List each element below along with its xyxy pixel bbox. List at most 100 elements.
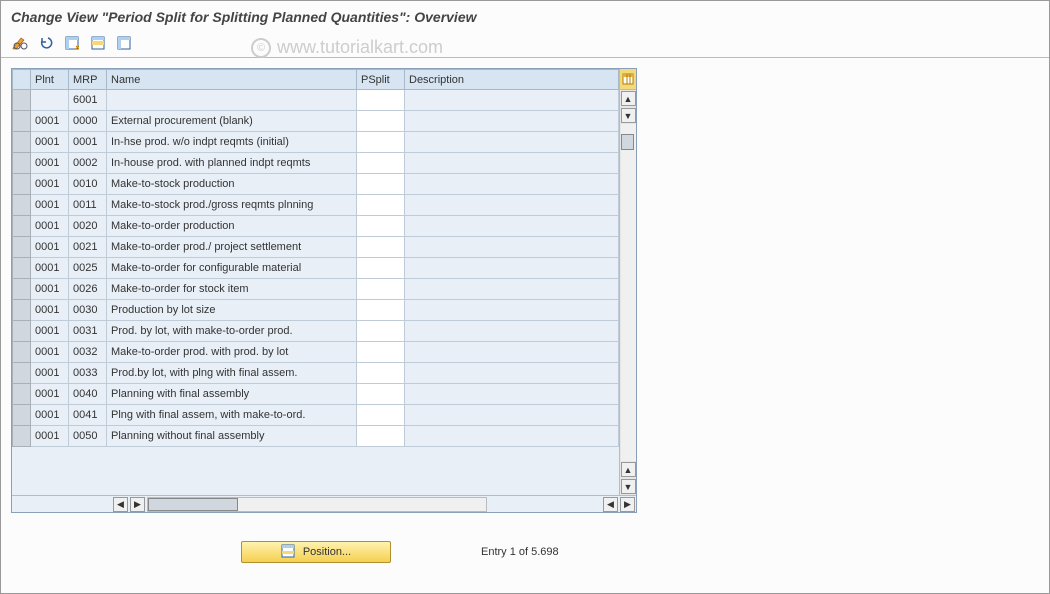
row-selector[interactable]: [13, 195, 31, 216]
cell-name[interactable]: Make-to-order for configurable material: [107, 258, 357, 279]
table-row[interactable]: 00010000External procurement (blank): [13, 111, 619, 132]
cell-mrp[interactable]: 0021: [69, 237, 107, 258]
horizontal-scrollbar[interactable]: ◀ ▶ ◀ ▶: [12, 495, 636, 512]
col-psplit[interactable]: PSplit: [357, 70, 405, 90]
undo-button[interactable]: [35, 33, 57, 53]
row-selector[interactable]: [13, 111, 31, 132]
cell-psplit[interactable]: [357, 300, 405, 321]
col-name[interactable]: Name: [107, 70, 357, 90]
cell-name[interactable]: Make-to-order for stock item: [107, 279, 357, 300]
cell-plnt[interactable]: 0001: [31, 174, 69, 195]
row-selector[interactable]: [13, 237, 31, 258]
cell-plnt[interactable]: 0001: [31, 363, 69, 384]
cell-mrp[interactable]: 0040: [69, 384, 107, 405]
cell-desc[interactable]: [405, 258, 619, 279]
cell-name[interactable]: Planning without final assembly: [107, 426, 357, 447]
table-row[interactable]: 00010001In-hse prod. w/o indpt reqmts (i…: [13, 132, 619, 153]
row-selector[interactable]: [13, 279, 31, 300]
cell-plnt[interactable]: 0001: [31, 153, 69, 174]
cell-desc[interactable]: [405, 321, 619, 342]
cell-psplit[interactable]: [357, 342, 405, 363]
table-row[interactable]: 00010020Make-to-order production: [13, 216, 619, 237]
cell-desc[interactable]: [405, 363, 619, 384]
cell-psplit[interactable]: [357, 216, 405, 237]
scroll-left-icon[interactable]: ◀: [113, 497, 128, 512]
cell-mrp[interactable]: 0031: [69, 321, 107, 342]
cell-desc[interactable]: [405, 279, 619, 300]
table-row[interactable]: 00010031Prod. by lot, with make-to-order…: [13, 321, 619, 342]
cell-plnt[interactable]: 0001: [31, 384, 69, 405]
col-mrp[interactable]: MRP: [69, 70, 107, 90]
scroll-right-icon[interactable]: ▶: [620, 497, 635, 512]
cell-plnt[interactable]: [31, 90, 69, 111]
deselect-all-button[interactable]: [113, 33, 135, 53]
cell-plnt[interactable]: 0001: [31, 426, 69, 447]
cell-mrp[interactable]: 0030: [69, 300, 107, 321]
cell-desc[interactable]: [405, 132, 619, 153]
cell-desc[interactable]: [405, 216, 619, 237]
cell-name[interactable]: Prod.by lot, with plng with final assem.: [107, 363, 357, 384]
scroll-track[interactable]: [621, 124, 636, 461]
hscroll-thumb[interactable]: [148, 498, 238, 511]
cell-plnt[interactable]: 0001: [31, 405, 69, 426]
table-row[interactable]: 00010021Make-to-order prod./ project set…: [13, 237, 619, 258]
cell-mrp[interactable]: 0001: [69, 132, 107, 153]
cell-name[interactable]: Make-to-order production: [107, 216, 357, 237]
cell-psplit[interactable]: [357, 321, 405, 342]
cell-desc[interactable]: [405, 300, 619, 321]
cell-mrp[interactable]: 0033: [69, 363, 107, 384]
hscroll-track[interactable]: [147, 497, 487, 512]
table-row[interactable]: 00010011Make-to-stock prod./gross reqmts…: [13, 195, 619, 216]
cell-psplit[interactable]: [357, 111, 405, 132]
cell-plnt[interactable]: 0001: [31, 111, 69, 132]
cell-name[interactable]: [107, 90, 357, 111]
cell-name[interactable]: Prod. by lot, with make-to-order prod.: [107, 321, 357, 342]
table-row[interactable]: 00010002In-house prod. with planned indp…: [13, 153, 619, 174]
cell-name[interactable]: Make-to-order prod./ project settlement: [107, 237, 357, 258]
toggle-change-mode-button[interactable]: [9, 33, 31, 53]
cell-mrp[interactable]: 0010: [69, 174, 107, 195]
table-row[interactable]: 00010026Make-to-order for stock item: [13, 279, 619, 300]
position-button[interactable]: Position...: [241, 541, 391, 563]
cell-name[interactable]: Plng with final assem, with make-to-ord.: [107, 405, 357, 426]
row-selector[interactable]: [13, 153, 31, 174]
row-selector[interactable]: [13, 300, 31, 321]
row-selector[interactable]: [13, 321, 31, 342]
cell-mrp[interactable]: 0041: [69, 405, 107, 426]
cell-psplit[interactable]: [357, 90, 405, 111]
table-row[interactable]: 00010032Make-to-order prod. with prod. b…: [13, 342, 619, 363]
row-selector[interactable]: [13, 216, 31, 237]
cell-plnt[interactable]: 0001: [31, 237, 69, 258]
cell-mrp[interactable]: 0025: [69, 258, 107, 279]
cell-name[interactable]: In-house prod. with planned indpt reqmts: [107, 153, 357, 174]
cell-desc[interactable]: [405, 90, 619, 111]
cell-psplit[interactable]: [357, 426, 405, 447]
table-settings-icon[interactable]: [620, 69, 637, 90]
cell-plnt[interactable]: 0001: [31, 132, 69, 153]
col-plnt[interactable]: Plnt: [31, 70, 69, 90]
cell-plnt[interactable]: 0001: [31, 195, 69, 216]
scroll-down-step-icon[interactable]: ▼: [621, 108, 636, 123]
scroll-up-icon[interactable]: ▲: [621, 91, 636, 106]
cell-mrp[interactable]: 0050: [69, 426, 107, 447]
cell-name[interactable]: Planning with final assembly: [107, 384, 357, 405]
cell-desc[interactable]: [405, 153, 619, 174]
cell-mrp[interactable]: 0002: [69, 153, 107, 174]
select-all-button[interactable]: [61, 33, 83, 53]
table-row[interactable]: 00010050Planning without final assembly: [13, 426, 619, 447]
cell-psplit[interactable]: [357, 195, 405, 216]
row-selector[interactable]: [13, 258, 31, 279]
cell-name[interactable]: Production by lot size: [107, 300, 357, 321]
scroll-right-step-icon[interactable]: ▶: [130, 497, 145, 512]
cell-desc[interactable]: [405, 237, 619, 258]
col-desc[interactable]: Description: [405, 70, 619, 90]
row-selector[interactable]: [13, 426, 31, 447]
cell-name[interactable]: Make-to-stock production: [107, 174, 357, 195]
table-row[interactable]: 00010040Planning with final assembly: [13, 384, 619, 405]
row-selector[interactable]: [13, 342, 31, 363]
row-selector[interactable]: [13, 90, 31, 111]
table-row[interactable]: 00010041Plng with final assem, with make…: [13, 405, 619, 426]
cell-desc[interactable]: [405, 405, 619, 426]
cell-desc[interactable]: [405, 174, 619, 195]
row-selector-header[interactable]: [13, 70, 31, 90]
